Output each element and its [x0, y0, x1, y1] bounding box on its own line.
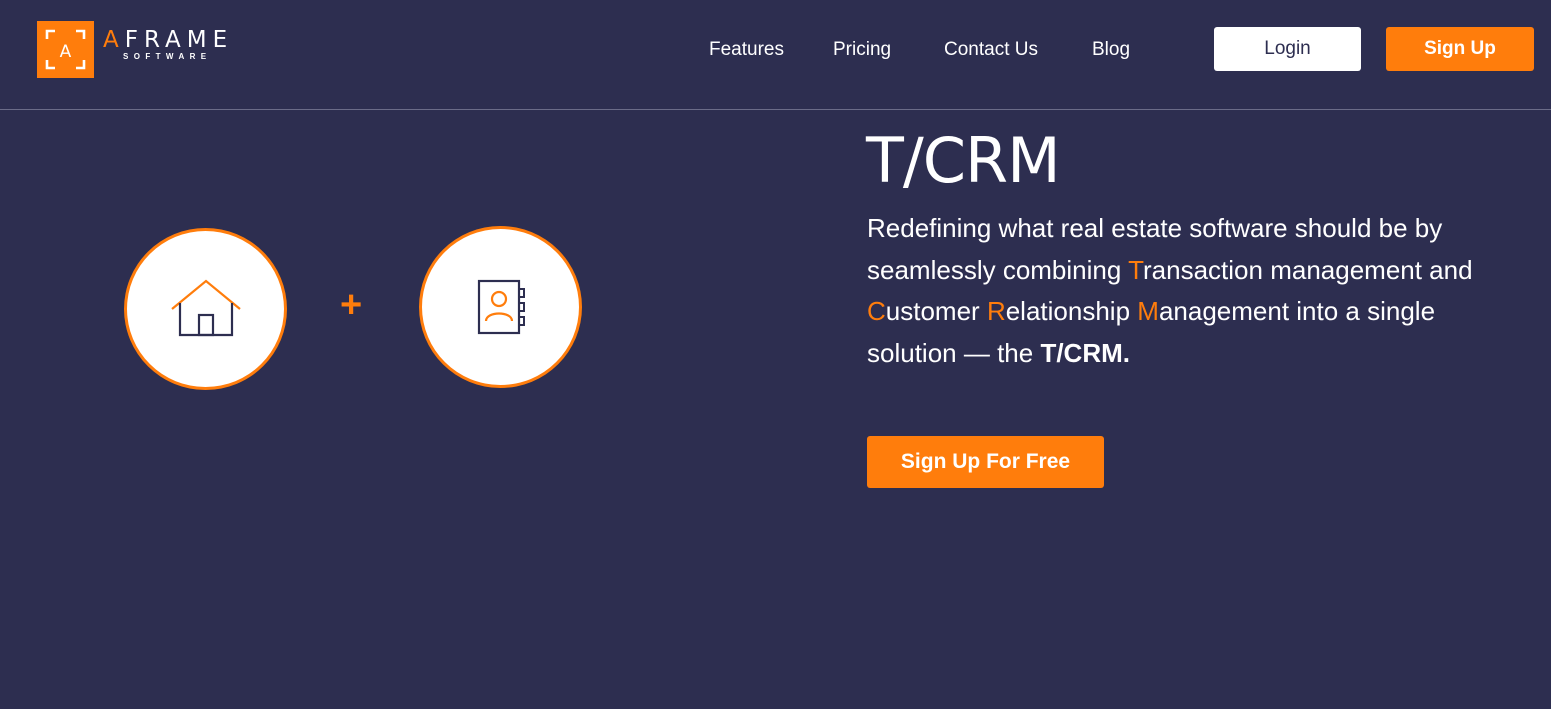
plus-sign: + — [340, 284, 363, 326]
login-button[interactable]: Login — [1214, 27, 1361, 71]
hero-description: Redefining what real estate software sho… — [867, 213, 1473, 368]
house-icon — [170, 279, 241, 337]
svg-text:A: A — [60, 42, 72, 62]
contact-book-icon — [477, 279, 525, 335]
signup-free-button[interactable]: Sign Up For Free — [867, 436, 1104, 488]
brand-subtitle: SOFTWARE — [123, 52, 212, 61]
site-header: A AFRAME SOFTWARE Features Pricing Conta… — [0, 0, 1551, 110]
nav-blog[interactable]: Blog — [1092, 38, 1130, 62]
transaction-circle — [124, 228, 287, 390]
nav-pricing[interactable]: Pricing — [833, 38, 891, 62]
landing-page: A AFRAME SOFTWARE Features Pricing Conta… — [0, 0, 1551, 709]
brand-wordmark: AFRAME SOFTWARE — [103, 28, 233, 62]
brand-name: AFRAME — [103, 27, 234, 53]
brand-logo[interactable]: A AFRAME SOFTWARE — [37, 20, 233, 78]
nav-features[interactable]: Features — [709, 38, 784, 62]
signup-button[interactable]: Sign Up — [1386, 27, 1534, 71]
crm-circle — [419, 226, 582, 388]
aframe-logo-icon: A — [37, 20, 94, 78]
nav-contact-us[interactable]: Contact Us — [944, 38, 1038, 62]
hero-title: T/CRM — [866, 124, 1061, 197]
